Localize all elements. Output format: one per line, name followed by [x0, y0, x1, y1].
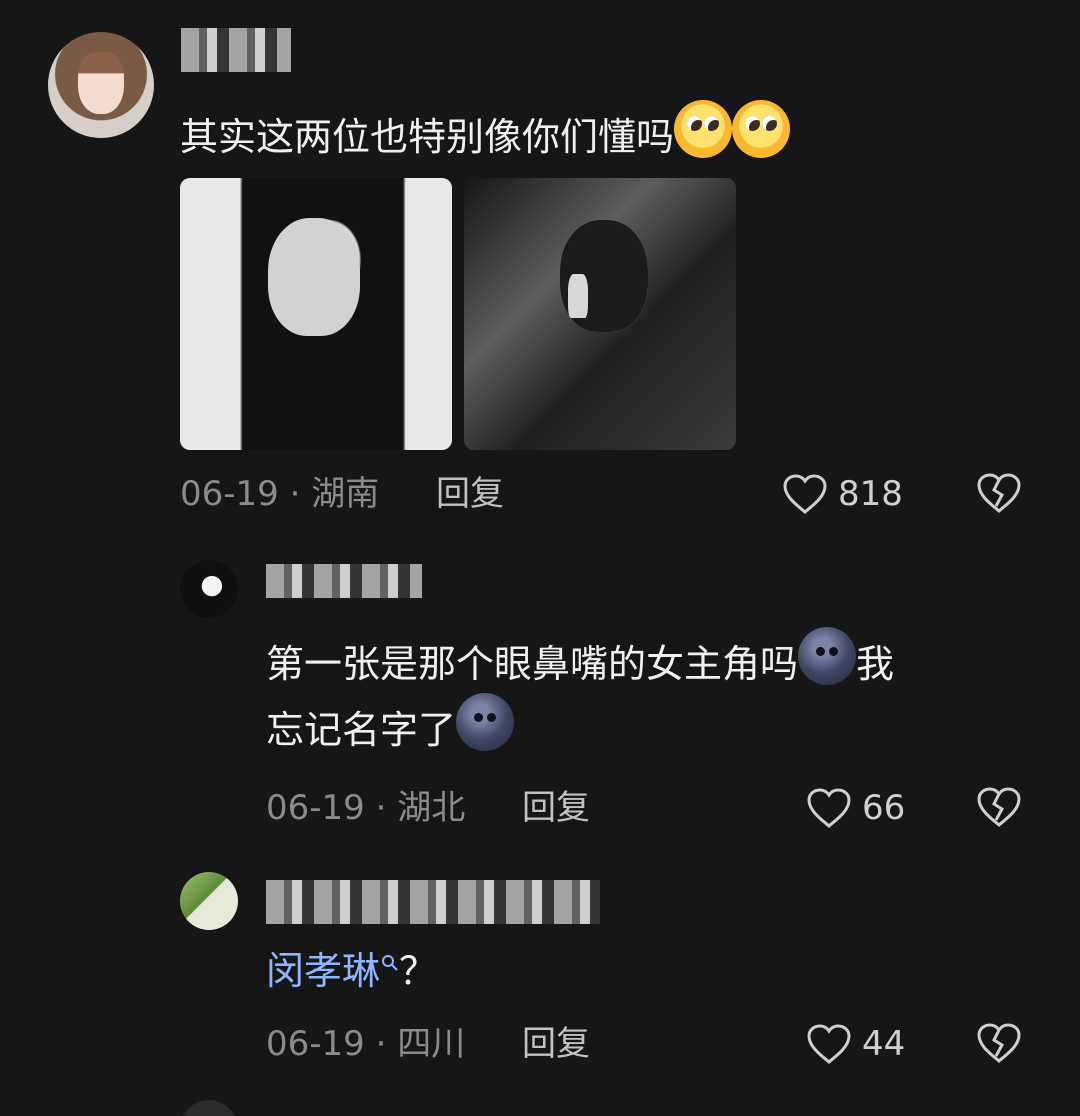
- blurred-username: [181, 28, 291, 72]
- heart-icon: [807, 788, 851, 828]
- moon-face-icon: [798, 627, 857, 685]
- like-count: 818: [838, 474, 903, 514]
- broken-heart-icon: [977, 787, 1021, 827]
- like-count: 44: [862, 1024, 906, 1064]
- like-button[interactable]: 44: [806, 1020, 905, 1068]
- comment-image-1[interactable]: [180, 178, 452, 450]
- avatar[interactable]: [180, 560, 238, 618]
- blurred-username: [266, 880, 600, 924]
- avatar[interactable]: [180, 1100, 238, 1116]
- comment-image-2[interactable]: [464, 178, 736, 450]
- pleading-face-icon: [732, 100, 791, 158]
- moon-face-icon: [456, 693, 515, 751]
- blurred-username: [266, 564, 422, 598]
- broken-heart-icon: [977, 1023, 1021, 1063]
- like-count: 66: [862, 788, 906, 828]
- search-icon: [382, 955, 398, 971]
- reply-button[interactable]: 回复: [436, 472, 504, 516]
- search-link[interactable]: 闵孝琳: [266, 949, 380, 993]
- dislike-button[interactable]: [976, 786, 1022, 828]
- avatar[interactable]: [180, 872, 238, 930]
- like-button[interactable]: 66: [806, 784, 905, 832]
- comment-thread: 其实这两位也特别像你们懂吗 06-19 · 湖南 回复 818 第一张是那个眼鼻…: [0, 0, 1080, 1116]
- avatar[interactable]: [48, 32, 154, 138]
- heart-icon: [783, 474, 827, 514]
- reply-button[interactable]: 回复: [522, 1022, 590, 1066]
- comment-meta: 06-19 · 湖北: [266, 788, 466, 828]
- reply-button[interactable]: 回复: [522, 786, 590, 830]
- comment-meta: 06-19 · 四川: [266, 1024, 466, 1064]
- pleading-face-icon: [674, 100, 733, 158]
- comment-meta: 06-19 · 湖南: [180, 474, 380, 514]
- comment-text: 第一张是那个眼鼻嘴的女主角吗我 忘记名字了: [266, 627, 1026, 759]
- heart-icon: [807, 1024, 851, 1064]
- comment-text: 其实这两位也特别像你们懂吗: [180, 100, 900, 166]
- dislike-button[interactable]: [976, 1022, 1022, 1064]
- dislike-button[interactable]: [976, 472, 1022, 514]
- comment-text: 闵孝琳？: [266, 949, 438, 993]
- like-button[interactable]: 818: [782, 470, 903, 518]
- broken-heart-icon: [977, 473, 1021, 513]
